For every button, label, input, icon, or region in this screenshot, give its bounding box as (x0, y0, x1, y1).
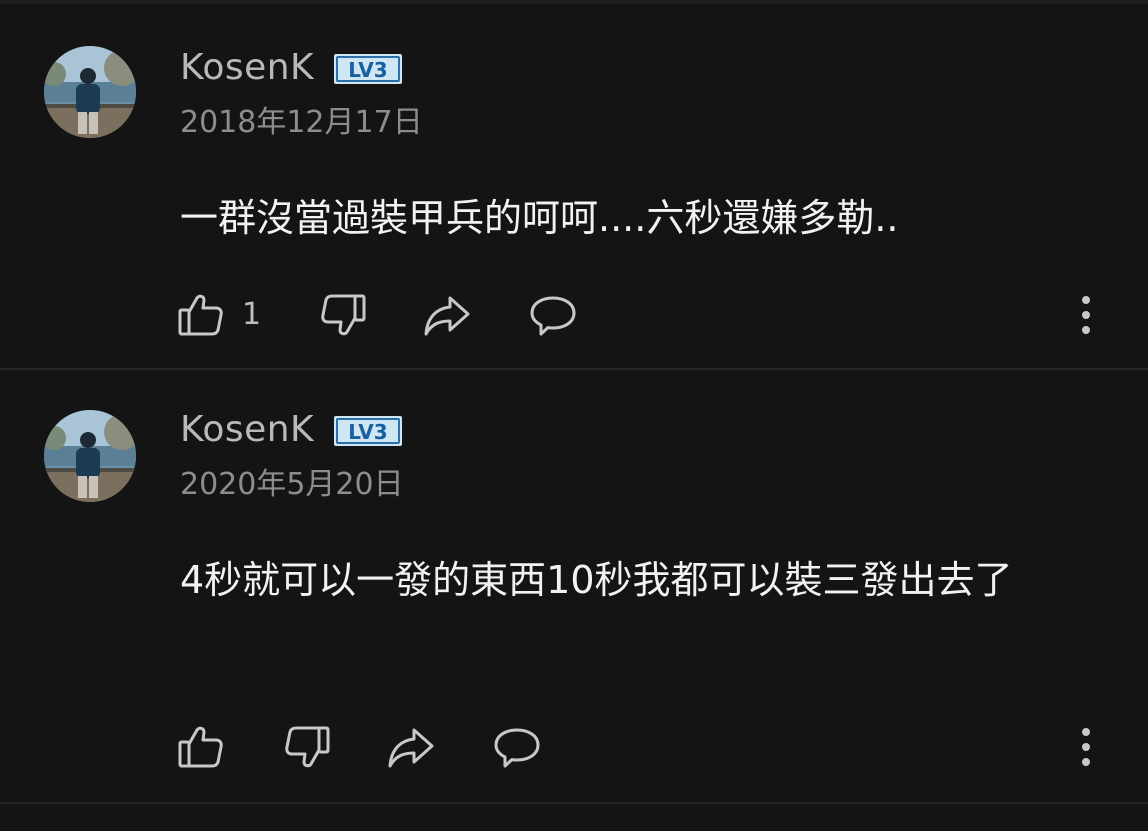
reply-button[interactable] (492, 722, 542, 772)
share-icon (386, 722, 436, 772)
like-count: 1 (242, 297, 262, 332)
comment-item: KosenK LV3 2020年5月20日 4秒就可以一發的東西10秒我都可以裝… (0, 370, 1148, 802)
comment-divider (0, 802, 1148, 804)
user-avatar[interactable] (44, 46, 136, 138)
reply-button[interactable] (528, 290, 578, 340)
username[interactable]: KosenK (180, 408, 314, 452)
thumbs-up-icon (176, 290, 226, 340)
comment-feed: KosenK LV3 2018年12月17日 一群沒當過裝甲兵的呵呵....六秒… (0, 0, 1148, 831)
more-options-button[interactable] (1076, 290, 1096, 340)
dislike-button[interactable] (318, 290, 368, 340)
more-options-button[interactable] (1076, 722, 1096, 772)
share-button[interactable] (386, 722, 436, 772)
svg-text:LV3: LV3 (348, 58, 387, 82)
comment-item: KosenK LV3 2018年12月17日 一群沒當過裝甲兵的呵呵....六秒… (0, 4, 1148, 368)
comment-text: 一群沒當過裝甲兵的呵呵....六秒還嫌多勒.. (180, 196, 899, 240)
like-button[interactable]: 1 (176, 290, 261, 340)
share-button[interactable] (422, 290, 472, 340)
more-vertical-icon (1076, 290, 1096, 340)
share-icon (422, 290, 472, 340)
dislike-button[interactable] (282, 722, 332, 772)
user-avatar[interactable] (44, 410, 136, 502)
comment-actions: 1 (176, 290, 1116, 340)
reply-icon (528, 290, 578, 340)
reply-icon (492, 722, 542, 772)
comment-date: 2020年5月20日 (180, 467, 404, 502)
thumbs-down-icon (282, 722, 332, 772)
comment-date: 2018年12月17日 (180, 105, 423, 140)
level-badge: LV3 (334, 416, 402, 446)
level-badge: LV3 (334, 54, 402, 84)
more-vertical-icon (1076, 722, 1096, 772)
comment-actions (176, 722, 1116, 772)
comment-text: 4秒就可以一發的東西10秒我都可以裝三發出去了 (180, 558, 1013, 602)
username[interactable]: KosenK (180, 46, 314, 90)
thumbs-up-icon (176, 722, 226, 772)
svg-text:LV3: LV3 (348, 420, 387, 444)
like-button[interactable] (176, 722, 226, 772)
thumbs-down-icon (318, 290, 368, 340)
